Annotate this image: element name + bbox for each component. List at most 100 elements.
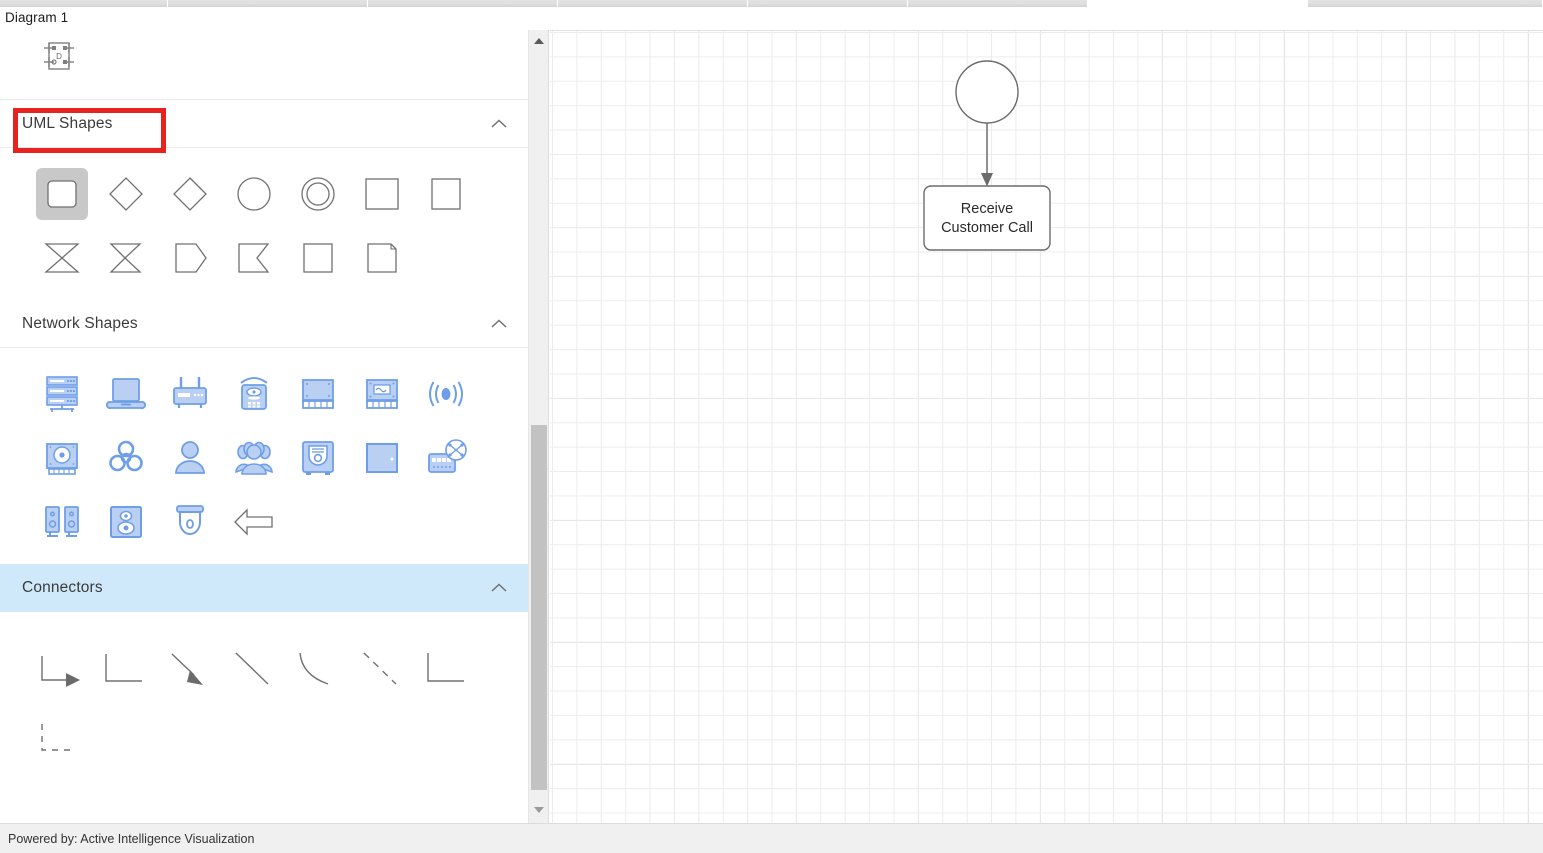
shape-item-speaker-pair[interactable] bbox=[30, 490, 94, 554]
app-root: Diagram 1 D UML Shapes Network Shapes Co… bbox=[0, 0, 1543, 853]
scroll-down-arrow-icon[interactable] bbox=[529, 801, 549, 819]
shape-item-user-group[interactable] bbox=[222, 426, 286, 490]
shape-item-notched-rect[interactable] bbox=[222, 226, 286, 290]
shape-item-hourglass[interactable] bbox=[30, 226, 94, 290]
pentagon-arrow-icon bbox=[164, 232, 216, 284]
shape-item-wireless-signal[interactable] bbox=[414, 362, 478, 426]
section-header-connectors[interactable]: Connectors bbox=[0, 564, 528, 612]
shape-item-chevron-arrow[interactable] bbox=[94, 226, 158, 290]
shape-item-square[interactable] bbox=[350, 162, 414, 226]
chevron-up-icon[interactable] bbox=[488, 577, 510, 599]
shapes-panel-scrollbar[interactable] bbox=[529, 30, 549, 823]
shape-item-wireless-access-point[interactable] bbox=[222, 362, 286, 426]
dome-camera-icon bbox=[164, 496, 216, 548]
speaker-pair-icon bbox=[36, 496, 88, 548]
dashed-elbow-icon bbox=[36, 714, 88, 766]
speaker-icon bbox=[100, 496, 152, 548]
shape-item-circle[interactable] bbox=[222, 162, 286, 226]
shape-item-plain-square[interactable] bbox=[286, 226, 350, 290]
panel-top-shapes-row: D bbox=[0, 30, 528, 100]
diagram-svg: Receive Customer Call bbox=[923, 60, 1051, 251]
ribbon-cell-3[interactable] bbox=[558, 0, 748, 7]
shape-item-tower-server[interactable] bbox=[286, 426, 350, 490]
connector-item-dashed-elbow[interactable] bbox=[30, 708, 94, 772]
shapes-panel-scroll-thumb[interactable] bbox=[531, 425, 547, 790]
hourglass-icon bbox=[36, 232, 88, 284]
ribbon-cell-2[interactable] bbox=[368, 0, 558, 7]
diagram-node-label-line1: Receive bbox=[961, 201, 1013, 217]
curved-line-icon bbox=[292, 644, 344, 696]
section-header-uml-shapes[interactable]: UML Shapes bbox=[0, 100, 528, 148]
elbow-plain-icon bbox=[100, 644, 152, 696]
user-icon bbox=[164, 432, 216, 484]
shape-item-diamond[interactable] bbox=[94, 162, 158, 226]
shape-item-document-corner[interactable] bbox=[350, 226, 414, 290]
shape-item-rounded-rect[interactable] bbox=[30, 162, 94, 226]
status-bar: Powered by: Active Intelligence Visualiz… bbox=[0, 823, 1543, 853]
ribbon-cell-0[interactable] bbox=[0, 0, 168, 7]
shape-item-pentagon-arrow[interactable] bbox=[158, 226, 222, 290]
shape-item-door[interactable] bbox=[350, 426, 414, 490]
connector-item-elbow-plain[interactable] bbox=[94, 638, 158, 702]
powered-by-label: Powered by: Active Intelligence Visualiz… bbox=[8, 831, 255, 846]
network-switch-icon bbox=[420, 432, 472, 484]
shape-item-diamond-2[interactable] bbox=[158, 162, 222, 226]
section-header-network-shapes[interactable]: Network Shapes bbox=[0, 300, 528, 348]
disk-drive-icon bbox=[36, 432, 88, 484]
biohazard-icon bbox=[100, 432, 152, 484]
ribbon-cell-4[interactable] bbox=[748, 0, 908, 7]
shape-item-speaker[interactable] bbox=[94, 490, 158, 554]
connector-item-dashed-line[interactable] bbox=[350, 638, 414, 702]
chevron-arrow-icon bbox=[100, 232, 152, 284]
diamond-2-icon bbox=[164, 168, 216, 220]
server-rack-icon bbox=[36, 368, 88, 420]
diagram-node-receive-customer-call[interactable] bbox=[923, 185, 1051, 251]
chevron-up-icon[interactable] bbox=[488, 113, 510, 135]
network-shapes-row-2 bbox=[0, 426, 528, 490]
connector-item-straight-arrow[interactable] bbox=[158, 638, 222, 702]
connector-item-straight-line[interactable] bbox=[222, 638, 286, 702]
connector-item-curved-line[interactable] bbox=[286, 638, 350, 702]
diagram-node-start-node[interactable] bbox=[955, 60, 1019, 124]
connector-item-elbow-arrow[interactable] bbox=[30, 638, 94, 702]
chevron-up-icon[interactable] bbox=[488, 313, 510, 335]
connector-item-elbow-down-right[interactable] bbox=[414, 638, 478, 702]
ribbon-cell-1[interactable] bbox=[168, 0, 368, 7]
shape-item-disk-drive[interactable] bbox=[30, 426, 94, 490]
square-icon bbox=[356, 168, 408, 220]
diagram-canvas[interactable]: Receive Customer Call bbox=[550, 30, 1543, 823]
section-body-connectors bbox=[0, 612, 528, 782]
shape-item-double-circle[interactable] bbox=[286, 162, 350, 226]
ribbon-cell-7[interactable] bbox=[1308, 0, 1543, 7]
wireless-signal-icon bbox=[420, 368, 472, 420]
shape-item-user[interactable] bbox=[158, 426, 222, 490]
shape-item-network-switch[interactable] bbox=[414, 426, 478, 490]
shape-item-patch-panel-display[interactable] bbox=[350, 362, 414, 426]
connectors-row-2 bbox=[0, 708, 528, 772]
patch-panel-icon bbox=[292, 368, 344, 420]
connectors-row-1 bbox=[0, 638, 528, 702]
shape-item-biohazard[interactable] bbox=[94, 426, 158, 490]
document-corner-icon bbox=[356, 232, 408, 284]
svg-text:D: D bbox=[56, 52, 62, 61]
tower-server-icon bbox=[292, 432, 344, 484]
uml-shapes-row-2 bbox=[0, 226, 528, 290]
uml-shapes-row-1 bbox=[0, 162, 528, 226]
network-shapes-row-1 bbox=[0, 362, 528, 426]
shape-item-dome-camera[interactable] bbox=[158, 490, 222, 554]
section-title-uml-shapes: UML Shapes bbox=[22, 114, 113, 132]
shape-item-server-rack[interactable] bbox=[30, 362, 94, 426]
laptop-icon bbox=[100, 368, 152, 420]
shape-item-uml-component-port-shape[interactable]: D bbox=[30, 30, 88, 86]
ribbon-cell-5[interactable] bbox=[908, 0, 1088, 7]
scroll-up-arrow-icon[interactable] bbox=[529, 32, 549, 50]
shape-item-left-arrow[interactable] bbox=[222, 490, 286, 554]
straight-line-icon bbox=[228, 644, 280, 696]
plain-square-icon bbox=[292, 232, 344, 284]
section-title-network-shapes: Network Shapes bbox=[22, 314, 138, 332]
shape-item-router[interactable] bbox=[158, 362, 222, 426]
shape-item-laptop[interactable] bbox=[94, 362, 158, 426]
section-body-network-shapes bbox=[0, 348, 528, 564]
shape-item-patch-panel[interactable] bbox=[286, 362, 350, 426]
shape-item-square-2[interactable] bbox=[414, 162, 478, 226]
